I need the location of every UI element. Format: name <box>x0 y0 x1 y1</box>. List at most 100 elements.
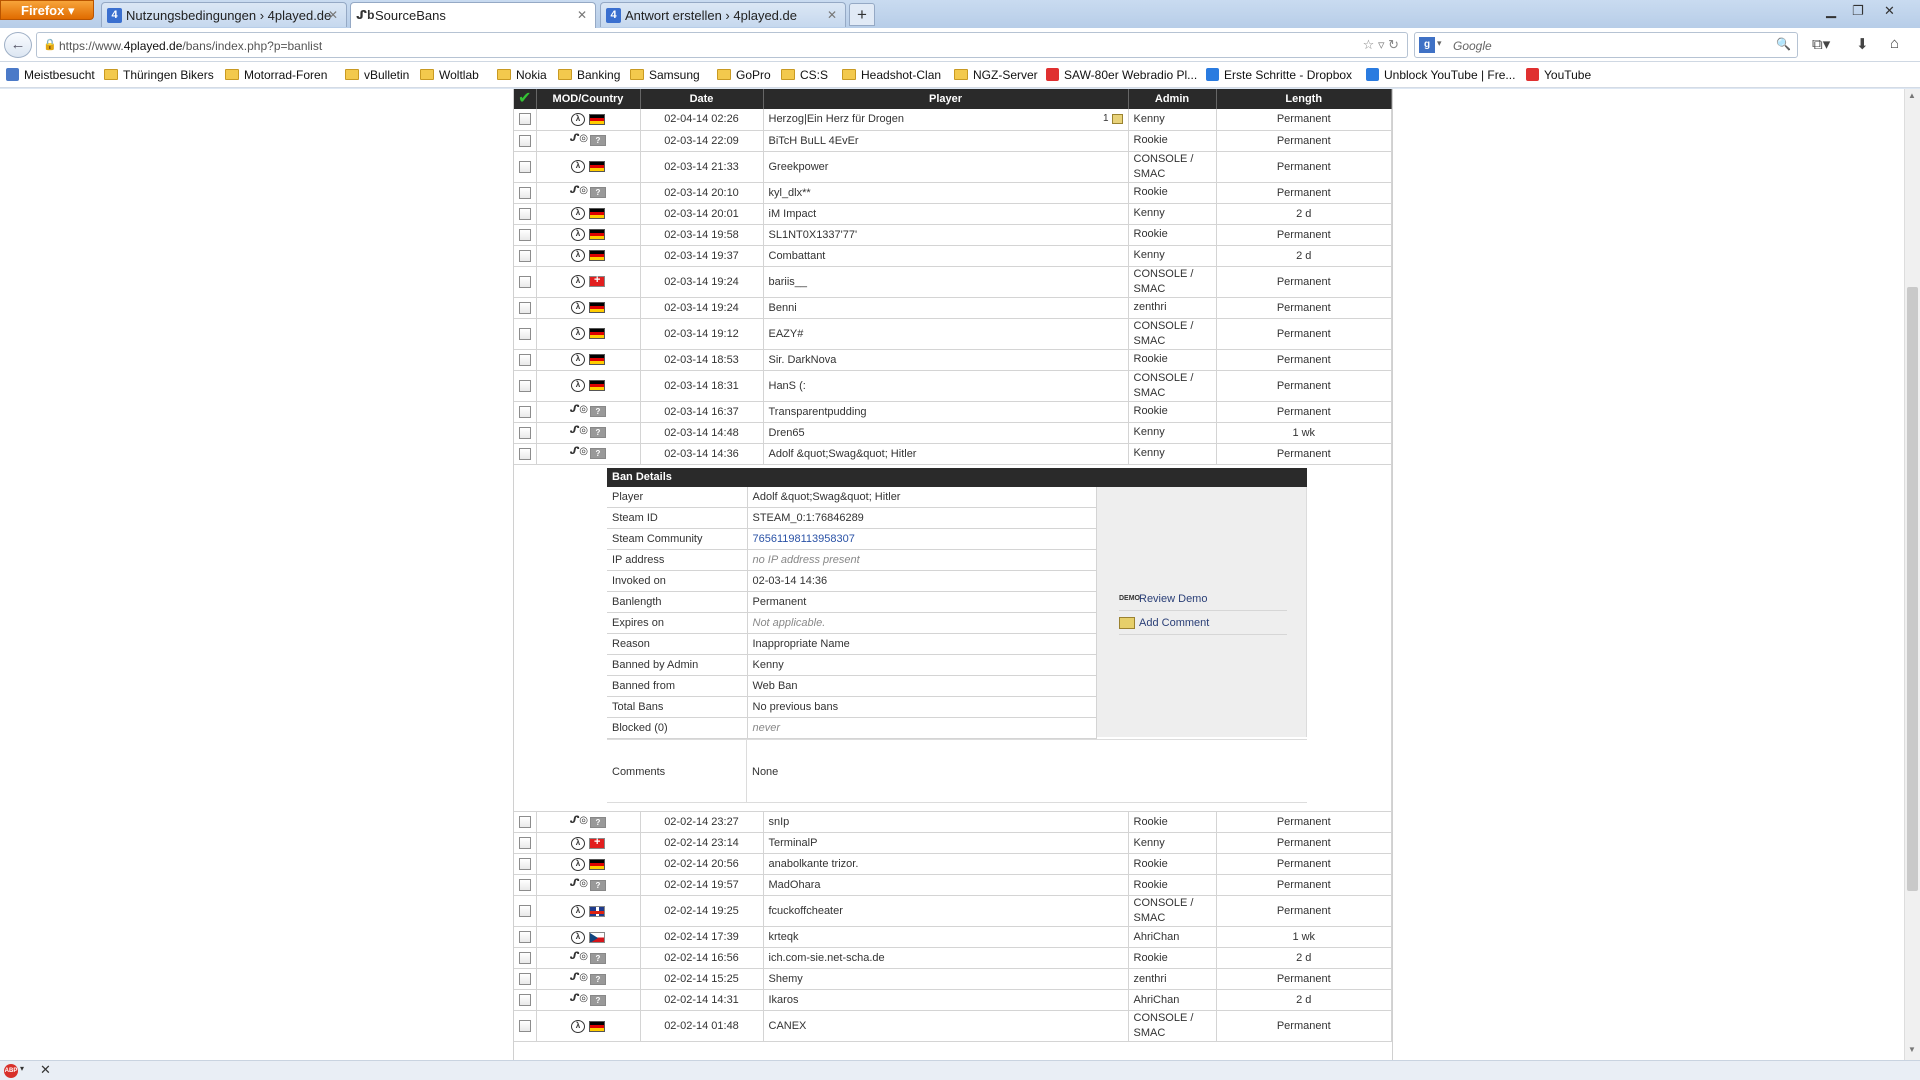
ban-row[interactable]: λ 02-03-14 18:53 Sir. DarkNova Rookie Perman… <box>514 349 1392 371</box>
row-select[interactable] <box>514 182 537 204</box>
row-select[interactable] <box>514 968 537 990</box>
minimize-icon[interactable]: ▁ <box>1826 3 1836 19</box>
row-checkbox[interactable] <box>518 994 531 1007</box>
player-cell[interactable]: BiTcH BuLL 4EvEr <box>763 130 1129 152</box>
bookmark-item[interactable]: Banking <box>558 68 620 82</box>
ban-row[interactable]: ᔑ◎? 02-03-14 16:37 Transparentpudding Rooki… <box>514 401 1392 423</box>
row-checkbox[interactable] <box>518 207 531 220</box>
row-checkbox[interactable] <box>518 858 531 871</box>
ban-row[interactable]: λ 02-02-14 19:25 fcuckoffcheater CONSOLE / … <box>514 895 1392 927</box>
row-checkbox[interactable] <box>518 837 531 850</box>
ban-row[interactable]: λ 02-03-14 20:01 iM Impact Kenny 2 d <box>514 203 1392 225</box>
adblock-icon[interactable]: ABP <box>4 1064 18 1078</box>
player-cell[interactable]: Shemy <box>763 968 1129 990</box>
ban-row[interactable]: ᔑ◎? 02-03-14 14:48 Dren65 Kenny 1 wk <box>514 422 1392 444</box>
ban-row[interactable]: λ 02-03-14 19:58 SL1NT0X1337'77' Rookie Perm… <box>514 224 1392 246</box>
row-checkbox[interactable] <box>518 447 531 460</box>
search-engine-dropdown-icon[interactable]: ▾ <box>1437 38 1442 49</box>
reload-icon[interactable]: ↻ <box>1388 37 1399 52</box>
tab-sourcebans[interactable]: ᔑb SourceBans ✕ <box>350 2 596 28</box>
row-checkbox[interactable] <box>518 426 531 439</box>
ban-row[interactable]: λ 02-03-14 21:33 Greekpower CONSOLE / SMAC P… <box>514 151 1392 183</box>
row-select[interactable] <box>514 318 537 350</box>
ban-row[interactable]: λ 02-02-14 01:48 CANEX CONSOLE / SMAC Perman… <box>514 1010 1392 1042</box>
row-checkbox[interactable] <box>518 879 531 892</box>
back-button[interactable]: ← <box>4 32 32 58</box>
header-length[interactable]: Length <box>1216 89 1392 109</box>
player-cell[interactable]: Benni <box>763 297 1129 319</box>
bookmark-item[interactable]: Meistbesucht <box>6 68 95 82</box>
tab-close-icon[interactable]: ✕ <box>328 8 338 22</box>
row-checkbox[interactable] <box>518 228 531 241</box>
player-cell[interactable]: TerminalP <box>763 832 1129 854</box>
ban-row[interactable]: λ 02-03-14 19:12 EAZY# CONSOLE / SMAC Perman… <box>514 318 1392 350</box>
header-player[interactable]: Player <box>763 89 1129 109</box>
row-checkbox[interactable] <box>518 952 531 965</box>
row-checkbox[interactable] <box>518 816 531 829</box>
ban-row[interactable]: λ 02-02-14 23:14 TerminalP KennyPermanent <box>514 832 1392 854</box>
row-checkbox[interactable] <box>518 134 531 147</box>
bookmark-item[interactable]: Samsung <box>630 68 700 82</box>
player-cell[interactable]: Dren65 <box>763 422 1129 444</box>
row-select[interactable] <box>514 853 537 875</box>
row-select[interactable] <box>514 874 537 896</box>
bookmark-item[interactable]: GoPro <box>717 68 771 82</box>
bookmark-item[interactable]: YouTube <box>1526 68 1591 82</box>
select-all-header[interactable]: ✔ <box>514 89 537 109</box>
bookmark-item[interactable]: CS:S <box>781 68 828 82</box>
check-all-icon[interactable]: ✔ <box>517 91 533 107</box>
scrollbar-thumb[interactable] <box>1907 287 1918 891</box>
row-checkbox[interactable] <box>518 186 531 199</box>
player-cell[interactable]: krteqk <box>763 926 1129 948</box>
page-scrollbar[interactable]: ▲ ▼ <box>1904 89 1920 1060</box>
row-select[interactable] <box>514 832 537 854</box>
comment-count[interactable]: 1 <box>1103 113 1123 124</box>
row-select[interactable] <box>514 422 537 444</box>
tab-close-icon[interactable]: ✕ <box>827 8 837 22</box>
search-input[interactable]: g ▾ Google 🔍 <box>1414 32 1798 58</box>
bookmark-item[interactable]: Unblock YouTube | Fre... <box>1366 68 1515 82</box>
header-admin[interactable]: Admin <box>1128 89 1217 109</box>
ban-row[interactable]: ᔑ◎? 02-02-14 23:27 snIp Rookie Permanent <box>514 811 1392 833</box>
player-cell[interactable]: HanS (: <box>763 370 1129 402</box>
history-dropdown-icon[interactable]: ▿ <box>1378 37 1385 52</box>
adblock-dropdown-icon[interactable]: ▾ <box>20 1064 24 1073</box>
player-cell[interactable]: Combattant <box>763 245 1129 267</box>
row-checkbox[interactable] <box>518 405 531 418</box>
bookmark-item[interactable]: vBulletin <box>345 68 409 82</box>
player-cell[interactable]: Ikaros <box>763 989 1129 1011</box>
bookmark-item[interactable]: SAW-80er Webradio Pl... <box>1046 68 1197 82</box>
row-select[interactable] <box>514 370 537 402</box>
row-select[interactable] <box>514 989 537 1011</box>
player-cell[interactable]: fcuckoffcheater <box>763 895 1129 927</box>
player-cell[interactable]: anabolkante trizor. <box>763 853 1129 875</box>
bookmark-item[interactable]: Woltlab <box>420 68 479 82</box>
row-checkbox[interactable] <box>518 113 531 126</box>
row-select[interactable] <box>514 926 537 948</box>
row-checkbox[interactable] <box>518 249 531 262</box>
bookmark-item[interactable]: NGZ-Server <box>954 68 1038 82</box>
row-checkbox[interactable] <box>518 379 531 392</box>
player-cell[interactable]: Greekpower <box>763 151 1129 183</box>
ban-row[interactable]: ᔑ◎? 02-02-14 15:25 Shemy zenthri Permanent <box>514 968 1392 990</box>
row-select[interactable] <box>514 297 537 319</box>
row-select[interactable] <box>514 349 537 371</box>
row-checkbox[interactable] <box>518 275 531 288</box>
row-select[interactable] <box>514 947 537 969</box>
player-cell[interactable]: Sir. DarkNova <box>763 349 1129 371</box>
ban-row[interactable]: ᔑ◎? 02-03-14 22:09 BiTcH BuLL 4EvEr Rookie P… <box>514 130 1392 152</box>
player-cell[interactable]: CANEX <box>763 1010 1129 1042</box>
row-select[interactable] <box>514 401 537 423</box>
row-checkbox[interactable] <box>518 973 531 986</box>
review-demo-link[interactable]: DEMOReview Demo <box>1119 593 1287 611</box>
ban-row[interactable]: λ 02-04-14 02:26 Herzog|Ein Herz für Droge… <box>514 109 1392 131</box>
row-select[interactable] <box>514 1010 537 1042</box>
player-cell[interactable]: Herzog|Ein Herz für Drogen 1 <box>763 109 1129 131</box>
scroll-up-icon[interactable]: ▲ <box>1908 91 1916 100</box>
detail-value[interactable]: 76561198113958307 <box>747 528 1097 550</box>
player-cell[interactable]: Adolf &quot;Swag&quot; Hitler <box>763 443 1129 465</box>
google-icon[interactable]: g <box>1419 37 1435 53</box>
row-select[interactable] <box>514 130 537 152</box>
bookmark-item[interactable]: Erste Schritte - Dropbox <box>1206 68 1352 82</box>
row-select[interactable] <box>514 266 537 298</box>
